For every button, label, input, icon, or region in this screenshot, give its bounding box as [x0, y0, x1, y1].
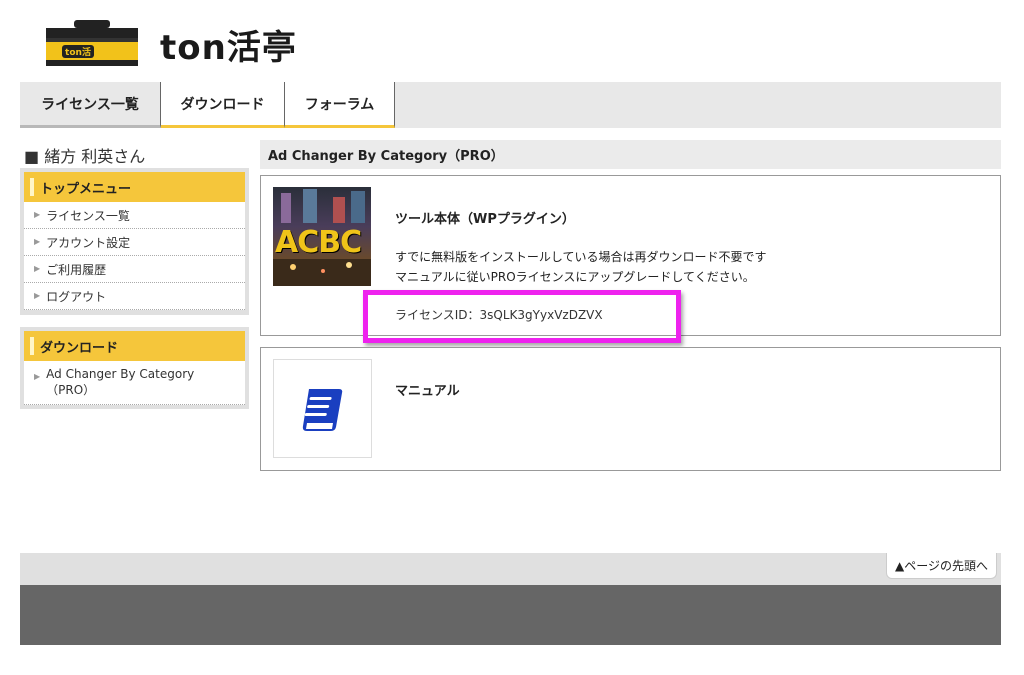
license-highlight-frame — [363, 290, 681, 343]
site-logo[interactable]: ton活 ton活亭 — [44, 14, 344, 74]
tab-license-list[interactable]: ライセンス一覧 — [20, 82, 161, 128]
download-menu-heading: ダウンロード — [24, 331, 245, 361]
tool-description-line2: マニュアルに従いPROライセンスにアップグレードしてください。 — [395, 270, 755, 284]
sidebar-item-label: ご利用履歴 — [46, 263, 107, 277]
heading-bar — [30, 178, 34, 196]
footer-top-bar: ▲ページの先頭へ — [20, 553, 1001, 585]
triangle-right-icon: ▶ — [34, 210, 41, 219]
sidebar-item-ad-changer[interactable]: ▶ Ad Changer By Category（PRO） — [24, 361, 245, 405]
tab-forum[interactable]: フォーラム — [285, 82, 395, 128]
footer — [20, 585, 1001, 645]
tool-title[interactable]: ツール本体（WPプラグイン） — [395, 208, 575, 227]
user-name: ■ 緒方 利英さん — [24, 147, 146, 166]
manual-icon-box[interactable] — [273, 359, 372, 458]
sidebar-item-label: ライセンス一覧 — [46, 209, 130, 223]
triangle-right-icon: ▶ — [34, 237, 41, 246]
top-menu-title: トップメニュー — [40, 181, 132, 197]
heading-bar — [30, 337, 34, 355]
product-image[interactable]: ACBC — [273, 187, 371, 286]
site-title: ton活亭 — [160, 28, 297, 68]
sidebar-item-license-list[interactable]: ▶ ライセンス一覧 — [24, 202, 245, 229]
top-menu-heading: トップメニュー — [24, 172, 245, 202]
download-menu: ダウンロード ▶ Ad Changer By Category（PRO） — [20, 327, 249, 409]
triangle-right-icon: ▶ — [34, 264, 41, 273]
triangle-right-icon: ▶ — [34, 291, 41, 300]
product-image-text: ACBC — [275, 225, 362, 260]
download-menu-title: ダウンロード — [40, 340, 119, 356]
sidebar-item-label: ログアウト — [46, 290, 107, 304]
sidebar-item-label: Ad Changer By Category（PRO） — [46, 367, 195, 397]
sidebar-item-label: アカウント設定 — [46, 236, 131, 250]
manual-title[interactable]: マニュアル — [395, 380, 460, 399]
sidebar-item-usage-history[interactable]: ▶ ご利用履歴 — [24, 256, 245, 283]
page-title: Ad Changer By Category（PRO） — [260, 140, 1001, 169]
triangle-right-icon: ▶ — [34, 372, 41, 381]
logo-label: ton活 — [65, 46, 91, 58]
main-nav: ライセンス一覧 ダウンロード フォーラム — [20, 82, 1001, 128]
sidebar-item-logout[interactable]: ▶ ログアウト — [24, 283, 245, 310]
tool-description-line1: すでに無料版をインストールしている場合は再ダウンロード不要です — [395, 250, 767, 264]
back-to-top-button[interactable]: ▲ページの先頭へ — [886, 553, 997, 579]
top-menu: トップメニュー ▶ ライセンス一覧 ▶ アカウント設定 ▶ ご利用履歴 ▶ ログ… — [20, 168, 249, 315]
manual-card: マニュアル — [260, 347, 1001, 471]
book-icon — [302, 388, 342, 431]
tab-download[interactable]: ダウンロード — [161, 82, 285, 128]
sidebar-item-account-settings[interactable]: ▶ アカウント設定 — [24, 229, 245, 256]
toolbox-icon: ton活 — [46, 20, 138, 66]
